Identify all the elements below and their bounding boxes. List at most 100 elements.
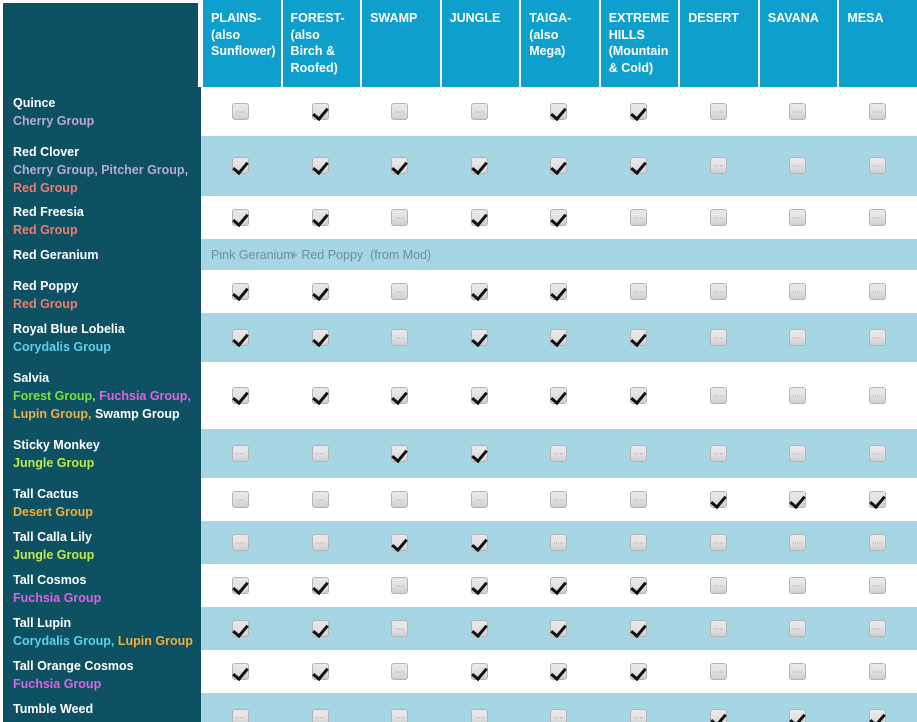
checkbox-checked-icon[interactable]	[470, 386, 488, 404]
checkbox-cell-extreme[interactable]	[598, 87, 679, 136]
checkbox-unchecked-icon[interactable]	[630, 533, 647, 551]
checkbox-unchecked-icon[interactable]	[789, 444, 807, 462]
checkbox-unchecked-icon[interactable]	[550, 444, 568, 462]
checkbox-cell-taiga[interactable]	[519, 478, 599, 521]
checkbox-cell-extreme[interactable]	[598, 362, 679, 429]
checkbox-cell-taiga[interactable]	[519, 521, 599, 564]
checkbox-unchecked-icon[interactable]	[709, 662, 727, 680]
checkbox-unchecked-icon[interactable]	[868, 533, 886, 551]
checkbox-cell-savana[interactable]	[757, 650, 838, 693]
checkbox-cell-forest[interactable]	[280, 564, 361, 607]
checkbox-checked-icon[interactable]	[550, 157, 568, 175]
checkbox-cell-forest[interactable]	[280, 693, 361, 722]
checkbox-cell-extreme[interactable]	[598, 564, 679, 607]
checkbox-cell-swamp[interactable]	[360, 478, 440, 521]
checkbox-cell-savana[interactable]	[757, 693, 838, 722]
checkbox-checked-icon[interactable]	[391, 444, 409, 462]
checkbox-cell-swamp[interactable]	[360, 196, 440, 239]
checkbox-cell-mesa[interactable]	[837, 87, 917, 136]
checkbox-cell-forest[interactable]	[280, 521, 361, 564]
column-header-mesa[interactable]: MESA	[837, 0, 917, 87]
checkbox-cell-savana[interactable]	[757, 362, 838, 429]
checkbox-checked-icon[interactable]	[470, 576, 488, 594]
checkbox-checked-icon[interactable]	[470, 328, 488, 346]
checkbox-cell-desert[interactable]	[678, 429, 758, 478]
checkbox-checked-icon[interactable]	[470, 208, 488, 226]
checkbox-cell-desert[interactable]	[678, 313, 758, 362]
checkbox-cell-forest[interactable]	[280, 362, 361, 429]
checkbox-unchecked-icon[interactable]	[311, 490, 329, 508]
checkbox-cell-swamp[interactable]	[360, 313, 440, 362]
checkbox-unchecked-icon[interactable]	[470, 708, 488, 722]
column-header-swamp[interactable]: SWAMP	[360, 0, 440, 87]
checkbox-cell-desert[interactable]	[678, 650, 758, 693]
checkbox-cell-plains[interactable]	[201, 650, 281, 693]
checkbox-cell-extreme[interactable]	[598, 270, 679, 313]
checkbox-cell-taiga[interactable]	[519, 136, 599, 196]
checkbox-cell-plains[interactable]	[201, 521, 281, 564]
checkbox-checked-icon[interactable]	[550, 386, 568, 404]
checkbox-checked-icon[interactable]	[232, 619, 250, 637]
checkbox-cell-mesa[interactable]	[837, 429, 917, 478]
checkbox-cell-jungle[interactable]	[439, 429, 520, 478]
checkbox-unchecked-icon[interactable]	[232, 102, 250, 120]
checkbox-unchecked-icon[interactable]	[709, 208, 727, 226]
checkbox-cell-taiga[interactable]	[519, 693, 599, 722]
checkbox-cell-desert[interactable]	[678, 362, 758, 429]
checkbox-cell-swamp[interactable]	[360, 136, 440, 196]
checkbox-checked-icon[interactable]	[470, 157, 488, 175]
checkbox-cell-forest[interactable]	[280, 478, 361, 521]
checkbox-cell-taiga[interactable]	[519, 362, 599, 429]
checkbox-checked-icon[interactable]	[470, 619, 488, 637]
checkbox-checked-icon[interactable]	[709, 490, 727, 508]
checkbox-cell-savana[interactable]	[757, 521, 838, 564]
checkbox-checked-icon[interactable]	[789, 490, 807, 508]
checkbox-cell-desert[interactable]	[678, 564, 758, 607]
checkbox-checked-icon[interactable]	[630, 662, 647, 680]
checkbox-unchecked-icon[interactable]	[789, 662, 807, 680]
checkbox-cell-desert[interactable]	[678, 196, 758, 239]
checkbox-checked-icon[interactable]	[232, 208, 250, 226]
checkbox-checked-icon[interactable]	[311, 576, 329, 594]
column-header-desert[interactable]: DESERT	[678, 0, 758, 87]
checkbox-unchecked-icon[interactable]	[232, 533, 250, 551]
checkbox-unchecked-icon[interactable]	[391, 619, 409, 637]
checkbox-cell-jungle[interactable]	[439, 87, 520, 136]
checkbox-cell-mesa[interactable]	[837, 196, 917, 239]
checkbox-unchecked-icon[interactable]	[391, 328, 409, 346]
checkbox-unchecked-icon[interactable]	[391, 208, 409, 226]
checkbox-cell-plains[interactable]	[201, 270, 281, 313]
checkbox-cell-jungle[interactable]	[439, 362, 520, 429]
checkbox-cell-taiga[interactable]	[519, 429, 599, 478]
checkbox-cell-extreme[interactable]	[598, 429, 679, 478]
checkbox-cell-jungle[interactable]	[439, 136, 520, 196]
checkbox-cell-mesa[interactable]	[837, 521, 917, 564]
checkbox-unchecked-icon[interactable]	[391, 282, 409, 300]
checkbox-unchecked-icon[interactable]	[789, 157, 807, 175]
checkbox-unchecked-icon[interactable]	[391, 490, 409, 508]
checkbox-checked-icon[interactable]	[391, 386, 409, 404]
checkbox-unchecked-icon[interactable]	[550, 708, 568, 722]
checkbox-cell-plains[interactable]	[201, 136, 281, 196]
checkbox-checked-icon[interactable]	[311, 208, 329, 226]
checkbox-unchecked-icon[interactable]	[709, 282, 727, 300]
checkbox-unchecked-icon[interactable]	[709, 619, 727, 637]
checkbox-cell-forest[interactable]	[280, 429, 361, 478]
checkbox-cell-plains[interactable]	[201, 313, 281, 362]
checkbox-cell-forest[interactable]	[280, 650, 361, 693]
checkbox-unchecked-icon[interactable]	[709, 102, 727, 120]
checkbox-unchecked-icon[interactable]	[709, 533, 727, 551]
checkbox-cell-extreme[interactable]	[598, 478, 679, 521]
checkbox-unchecked-icon[interactable]	[630, 282, 647, 300]
checkbox-checked-icon[interactable]	[232, 328, 250, 346]
checkbox-unchecked-icon[interactable]	[709, 328, 727, 346]
checkbox-cell-jungle[interactable]	[439, 650, 520, 693]
checkbox-checked-icon[interactable]	[470, 444, 488, 462]
checkbox-cell-swamp[interactable]	[360, 650, 440, 693]
column-header-extreme[interactable]: EXTREME HILLS (Mountain & Cold)	[598, 0, 679, 87]
checkbox-cell-mesa[interactable]	[837, 362, 917, 429]
checkbox-cell-forest[interactable]	[280, 87, 361, 136]
checkbox-cell-savana[interactable]	[757, 429, 838, 478]
checkbox-checked-icon[interactable]	[550, 328, 568, 346]
checkbox-unchecked-icon[interactable]	[311, 444, 329, 462]
